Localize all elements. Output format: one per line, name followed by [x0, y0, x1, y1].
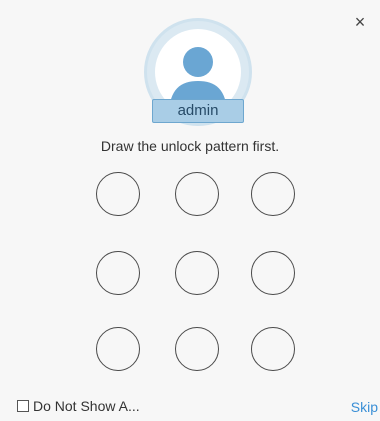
unlock-pattern-dialog: × admin Draw the unlock pattern first. D…	[0, 0, 380, 421]
pattern-dot-6[interactable]	[251, 251, 295, 295]
pattern-dot-2[interactable]	[175, 172, 219, 216]
close-icon[interactable]: ×	[355, 12, 366, 32]
skip-link[interactable]: Skip	[351, 399, 378, 415]
do-not-show-again-checkbox[interactable]: Do Not Show A...	[17, 398, 140, 414]
checkbox-label: Do Not Show A...	[33, 398, 140, 414]
close-button[interactable]: ×	[350, 12, 370, 32]
pattern-dot-7[interactable]	[96, 327, 140, 371]
pattern-dot-9[interactable]	[251, 327, 295, 371]
pattern-dot-4[interactable]	[96, 251, 140, 295]
pattern-dot-8[interactable]	[175, 327, 219, 371]
checkbox-box[interactable]	[17, 400, 29, 412]
pattern-dot-3[interactable]	[251, 172, 295, 216]
pattern-dot-5[interactable]	[175, 251, 219, 295]
username-badge: admin	[152, 99, 244, 123]
unlock-prompt-text: Draw the unlock pattern first.	[100, 138, 280, 154]
pattern-dot-1[interactable]	[96, 172, 140, 216]
unlock-pattern-grid[interactable]	[96, 172, 302, 372]
